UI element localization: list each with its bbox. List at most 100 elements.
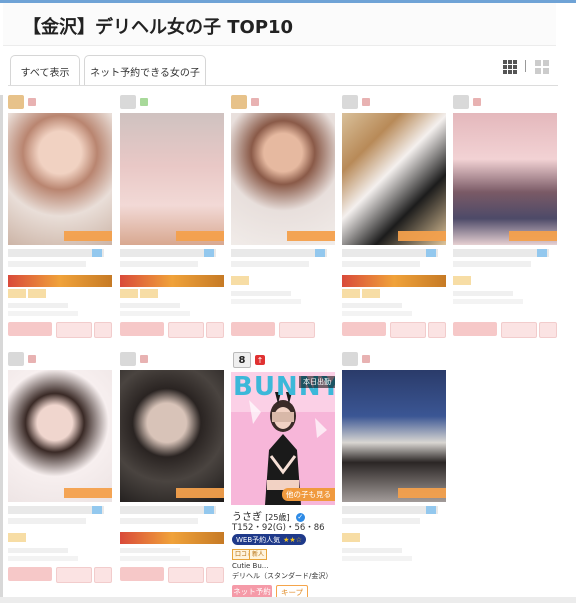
girl-name-blur [120,506,216,514]
shop-name-blur [8,303,68,308]
rank-number-badge: 8 [233,352,251,368]
featured-girl-photo[interactable]: BUNNY 本日出勤 他の子も見る [231,372,335,505]
tag-chip [28,289,46,298]
girl-photo[interactable] [453,113,557,245]
more-ribbon[interactable] [287,231,335,241]
tag-chip [140,289,158,298]
girl-photo[interactable] [120,113,224,245]
shop-name-blur [120,548,180,553]
extra-button[interactable] [539,322,557,338]
shop-name[interactable]: Cutie Bu... [232,562,268,570]
net-reserve-button[interactable] [342,322,386,336]
more-ribbon[interactable] [398,488,446,498]
more-ribbon[interactable] [64,231,112,241]
new-chip: 新人 [249,549,268,560]
rank-badge [120,95,136,109]
net-reserve-button[interactable] [120,567,164,581]
verified-icon [426,249,436,257]
shop-name-blur [342,303,402,308]
girl-size-blur [453,261,531,267]
more-ribbon[interactable] [509,231,557,241]
net-reserve-button[interactable] [231,322,275,336]
shop-name-blur [453,291,513,296]
web-ranking-badge [8,275,112,287]
rank-change-icon [473,98,481,106]
rank-badge [8,352,24,366]
rank-change-icon [28,98,36,106]
shop-name-blur [342,548,402,553]
extra-button[interactable] [428,322,446,338]
attendance-label: 本日出勤 [299,376,335,388]
shop-name-blur [231,291,291,296]
extra-button[interactable] [94,322,112,338]
web-ranking-badge [120,275,224,287]
girl-photo[interactable] [342,370,446,502]
more-ribbon[interactable] [398,231,446,241]
verified-icon [92,249,102,257]
girl-name-blur [342,506,438,514]
rank-change-icon [362,98,370,106]
more-ribbon[interactable] [176,231,224,241]
girl-name-blur [8,506,104,514]
tag-chip [453,276,471,285]
rank-up-icon: ↑ [255,355,265,365]
tag-chip [120,289,138,298]
rank-badge [342,95,358,109]
more-ribbon[interactable] [64,488,112,498]
girl-size-blur [120,261,198,267]
tag-chip [362,289,380,298]
keep-button[interactable] [390,322,426,338]
net-reserve-button[interactable] [453,322,497,336]
rank-change-icon [362,355,370,363]
rank-badge [120,352,136,366]
category-blur [342,556,412,561]
view-toggle-separator [525,60,526,72]
girl-measurements: T152・92(G)・56・86 [232,523,325,533]
girl-name-blur [8,249,104,257]
web-ranking-badge [342,275,446,287]
category-blur [342,311,412,316]
verified-icon [315,249,325,257]
girl-photo[interactable] [342,113,446,245]
verified-icon [204,249,214,257]
keep-button[interactable] [168,322,204,338]
extra-button[interactable] [206,322,224,338]
girl-photo[interactable] [231,113,335,245]
keep-button[interactable] [279,322,315,338]
page-title: 【金沢】デリヘル女の子 TOP10 [23,17,294,38]
extra-button[interactable] [206,567,224,583]
keep-button[interactable] [501,322,537,338]
rank-change-icon [28,355,36,363]
category-blur [8,556,78,561]
category-blur [453,299,523,304]
keep-button[interactable] [168,567,204,583]
tag-chip [342,289,360,298]
extra-button[interactable] [94,567,112,583]
net-reserve-button[interactable] [8,322,52,336]
web-popularity-badge: WEB予約人気 ★★☆ [232,534,306,545]
rank-change-icon [251,98,259,106]
large-grid-icon[interactable] [535,60,549,74]
tag-chip [8,533,26,542]
more-ribbon[interactable] [176,488,224,498]
girl-size-blur [342,261,420,267]
web-ranking-badge [120,532,224,544]
girl-name-blur [342,249,438,257]
shop-category: デリヘル（スタンダード/金沢） [232,572,333,580]
girl-photo[interactable] [8,113,112,245]
girl-size-blur [8,518,86,524]
girl-name-blur [120,249,216,257]
keep-button[interactable] [56,567,92,583]
girl-photo[interactable] [8,370,112,502]
tab-net-reservation[interactable]: ネット予約できる女の子 [84,55,206,86]
bottom-scrollbar[interactable] [0,597,576,603]
net-reserve-button[interactable] [8,567,52,581]
tab-show-all[interactable]: すべて表示 [10,55,80,86]
net-reserve-button[interactable] [120,322,164,336]
girl-photo[interactable] [120,370,224,502]
tag-chip [342,533,360,542]
grid-view-icon[interactable] [503,60,517,74]
keep-button[interactable] [56,322,92,338]
girl-name-blur [231,249,327,257]
more-girls-link[interactable]: 他の子も見る [282,488,335,501]
